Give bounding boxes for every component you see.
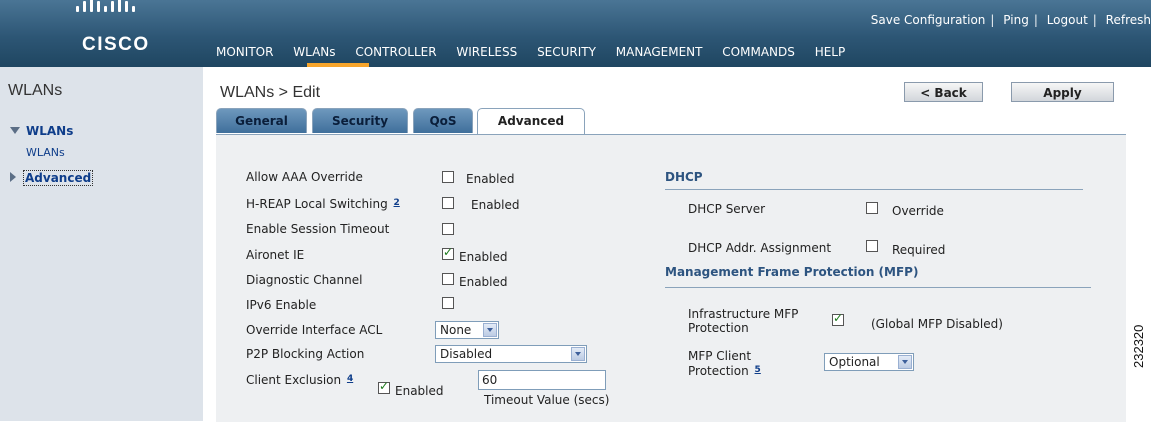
tab-qos[interactable]: QoS xyxy=(413,108,473,133)
client-exclusion-enabled-text: Enabled xyxy=(395,384,444,398)
utility-links: Save Configuration | Ping | Logout | Refres… xyxy=(870,13,1151,27)
infra-mfp-label-line1: Infrastructure MFP xyxy=(688,307,799,321)
dhcp-section-title: DHCP xyxy=(665,170,703,184)
global-mfp-note: (Global MFP Disabled) xyxy=(871,317,1003,331)
diagnostic-channel-enabled-text: Enabled xyxy=(459,275,508,289)
infra-mfp-label-line2: Protection xyxy=(688,321,749,335)
aironet-ie-label: Aironet IE xyxy=(246,248,305,262)
ipv6-checkbox[interactable] xyxy=(442,297,454,309)
help-footnote-link[interactable]: 4 xyxy=(347,374,353,384)
mfp-client-label-line1: MFP Client xyxy=(688,349,752,363)
nav-help[interactable]: HELP xyxy=(815,45,846,59)
mfp-divider xyxy=(665,287,1091,288)
diagnostic-channel-label: Diagnostic Channel xyxy=(246,273,363,287)
dropdown-arrow-icon xyxy=(571,347,585,361)
logo-text: CISCO xyxy=(82,34,150,55)
dropdown-arrow-icon xyxy=(898,355,912,369)
nav-management[interactable]: MANAGEMENT xyxy=(616,45,703,59)
sidebar-item-advanced[interactable]: Advanced xyxy=(10,170,94,186)
dhcp-server-label: DHCP Server xyxy=(688,202,766,216)
advanced-tab-content: Allow AAA Override Enabled H-REAP Local … xyxy=(216,134,1126,422)
back-button[interactable]: < Back xyxy=(904,82,983,102)
override-acl-label: Override Interface ACL xyxy=(246,323,383,337)
dhcp-assignment-label: DHCP Addr. Assignment xyxy=(688,241,832,255)
infra-mfp-label: Infrastructure MFP Protection xyxy=(688,307,798,335)
mfp-client-select[interactable]: Optional xyxy=(824,353,914,371)
aaa-override-label: Allow AAA Override xyxy=(246,170,363,184)
session-timeout-label: Enable Session Timeout xyxy=(246,222,390,236)
hreap-checkbox[interactable] xyxy=(442,197,454,209)
hreap-label: H-REAP Local Switching 2 xyxy=(246,197,400,211)
mfp-client-label-line2: Protection 5 xyxy=(688,363,761,378)
mfp-client-value: Optional xyxy=(829,355,880,369)
tab-general[interactable]: General xyxy=(216,108,307,133)
help-footnote-link[interactable]: 5 xyxy=(755,365,761,375)
sidebar-subitem-wlans[interactable]: WLANs xyxy=(26,146,65,159)
diagnostic-channel-checkbox[interactable] xyxy=(442,273,454,285)
ping-link[interactable]: Ping xyxy=(1003,13,1029,27)
collapsed-triangle-icon xyxy=(10,172,16,182)
client-exclusion-label: Client Exclusion 4 xyxy=(246,373,353,387)
timeout-value-input[interactable]: 60 xyxy=(478,370,606,390)
main-panel: WLANs > Edit < Back Apply General Securi… xyxy=(203,67,1151,422)
tab-advanced[interactable]: Advanced xyxy=(477,108,585,134)
main-nav: MONITOR WLANs CONTROLLER WIRELESS SECURI… xyxy=(216,45,861,59)
logout-link[interactable]: Logout xyxy=(1047,13,1088,27)
dropdown-arrow-icon xyxy=(483,323,497,337)
sidebar-advanced-label: Advanced xyxy=(23,170,94,186)
dhcp-divider xyxy=(665,189,1083,190)
page-title: WLANs > Edit xyxy=(220,84,321,101)
mfp-section-title: Management Frame Protection (MFP) xyxy=(665,265,919,279)
aaa-override-checkbox[interactable] xyxy=(442,171,454,183)
refresh-link[interactable]: Refresh xyxy=(1106,13,1151,27)
p2p-label: P2P Blocking Action xyxy=(246,347,365,361)
ipv6-label: IPv6 Enable xyxy=(246,298,317,312)
sidebar: WLANs WLANs WLANs Advanced xyxy=(0,67,203,421)
sidebar-group-label: WLANs xyxy=(26,124,74,138)
client-exclusion-label-text: Client Exclusion xyxy=(246,373,342,387)
aaa-override-enabled-text: Enabled xyxy=(466,172,515,186)
mfp-client-label: MFP Client Protection 5 xyxy=(688,349,761,378)
nav-monitor[interactable]: MONITOR xyxy=(216,45,273,59)
nav-commands[interactable]: COMMANDS xyxy=(722,45,795,59)
mfp-client-label-line2-text: Protection xyxy=(688,364,749,378)
hreap-label-text: H-REAP Local Switching xyxy=(246,197,388,211)
nav-security[interactable]: SECURITY xyxy=(537,45,596,59)
help-footnote-link[interactable]: 2 xyxy=(394,198,400,208)
override-acl-value: None xyxy=(440,323,472,337)
nav-controller[interactable]: CONTROLLER xyxy=(355,45,436,59)
figure-number: 232320 xyxy=(1131,324,1146,368)
dhcp-server-checkbox[interactable] xyxy=(866,202,878,214)
aironet-ie-checkbox[interactable] xyxy=(442,245,454,260)
save-configuration-link[interactable]: Save Configuration xyxy=(871,13,986,27)
override-acl-select[interactable]: None xyxy=(435,321,499,339)
nav-wireless[interactable]: WIRELESS xyxy=(456,45,517,59)
expanded-triangle-icon xyxy=(10,127,20,134)
aironet-ie-enabled-text: Enabled xyxy=(459,250,508,264)
apply-button[interactable]: Apply xyxy=(1011,82,1114,102)
infra-mfp-checkbox[interactable] xyxy=(832,311,844,326)
p2p-select[interactable]: Disabled xyxy=(435,345,587,363)
tab-security[interactable]: Security xyxy=(312,108,408,133)
sidebar-item-wlans[interactable]: WLANs xyxy=(10,124,73,138)
sidebar-title: WLANs xyxy=(8,82,63,99)
dhcp-assignment-checkbox[interactable] xyxy=(866,240,878,252)
dhcp-assignment-required-text: Required xyxy=(892,243,946,257)
nav-wlans[interactable]: WLANs xyxy=(293,45,335,59)
hreap-enabled-text: Enabled xyxy=(471,198,520,212)
top-banner: CISCO Save Configuration | Ping | Logout | … xyxy=(0,0,1151,67)
cisco-logo: CISCO xyxy=(58,0,168,60)
timeout-value-label: Timeout Value (secs) xyxy=(484,393,610,407)
client-exclusion-checkbox[interactable] xyxy=(378,379,390,394)
session-timeout-checkbox[interactable] xyxy=(442,223,454,235)
dhcp-server-override-text: Override xyxy=(892,204,944,218)
p2p-value: Disabled xyxy=(440,347,493,361)
